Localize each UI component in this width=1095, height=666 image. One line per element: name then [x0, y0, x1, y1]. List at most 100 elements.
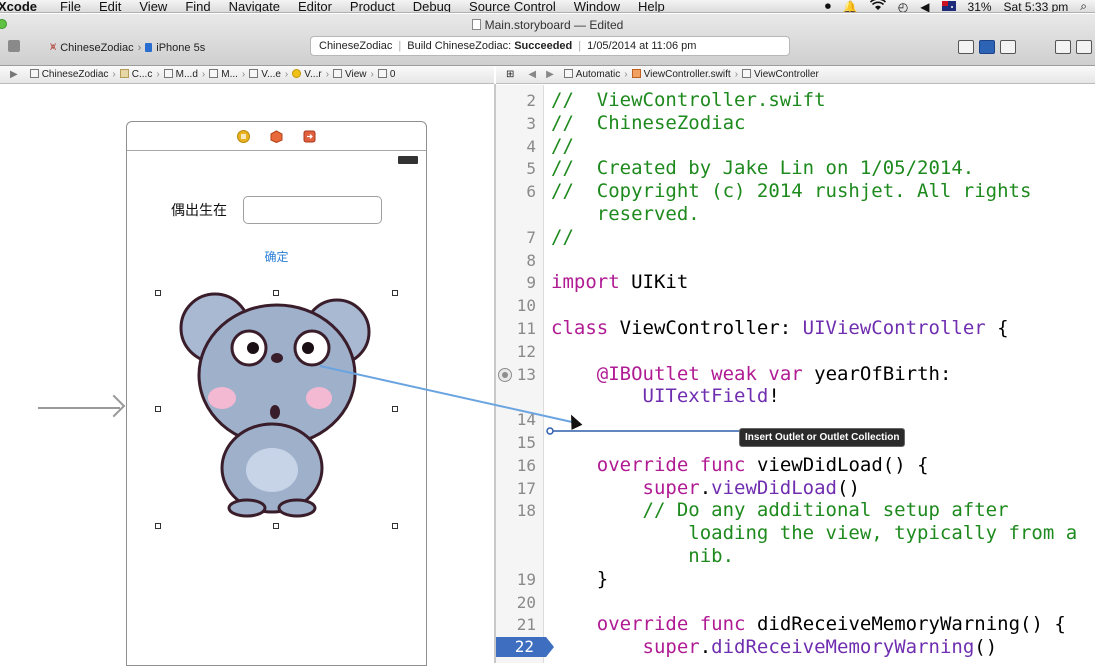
jump-item-storyboard[interactable]: M...d [163, 69, 198, 80]
first-responder-icon[interactable] [270, 129, 283, 143]
assistant-mode-icon [563, 69, 573, 78]
jump-item-object[interactable]: 0 [377, 69, 395, 80]
jump-item-scene[interactable]: V...e [249, 69, 281, 80]
activity-viewer: ChineseZodiac | Build ChineseZodiac: Suc… [310, 36, 790, 56]
nav-back-button[interactable]: ◀ [528, 69, 536, 80]
scene-dock [127, 122, 426, 151]
menu-debug[interactable]: Debug [404, 0, 460, 12]
year-of-birth-textfield[interactable] [243, 196, 382, 224]
jump-item-view[interactable]: View [333, 69, 367, 80]
code-token: loading the view, typically from a [551, 522, 1078, 545]
scene-icon [249, 69, 259, 78]
scheme-selector[interactable]: ⩙ ChineseZodiac › iPhone 5s [50, 41, 205, 54]
resize-handle[interactable] [392, 290, 398, 296]
code-line[interactable]: // ViewController.swift [551, 89, 826, 111]
code-line[interactable]: } [551, 568, 608, 590]
code-line[interactable]: class ViewController: UIViewController { [551, 317, 1009, 339]
outlet-connection-icon[interactable] [498, 367, 512, 382]
jump-item-controller[interactable]: V...r [292, 69, 322, 80]
birth-year-label[interactable]: 偶出生在 [171, 200, 227, 220]
confirm-button[interactable]: 确定 [127, 248, 426, 265]
code-line[interactable]: nib. [551, 545, 734, 567]
resize-handle[interactable] [392, 406, 398, 412]
standard-editor-button[interactable] [958, 40, 974, 54]
volume-icon[interactable]: ◀ [920, 0, 929, 12]
resize-handle[interactable] [392, 523, 398, 529]
code-line[interactable]: super.viewDidLoad() [551, 477, 860, 499]
assistant-editor-button[interactable] [979, 40, 995, 54]
code-line[interactable]: // Do any additional setup after [551, 499, 1009, 521]
chevron-right-icon: › [137, 41, 142, 54]
initial-scene-arrow[interactable] [38, 407, 120, 409]
view-controller-icon[interactable] [237, 129, 250, 143]
class-icon [742, 69, 752, 78]
code-line[interactable]: // [551, 226, 574, 248]
menu-help[interactable]: Help [629, 0, 674, 12]
exit-icon[interactable] [303, 130, 316, 143]
code-token: weak [711, 362, 757, 385]
line-number: 7 [526, 227, 536, 247]
storyboard-canvas[interactable]: 偶出生在 确定 [0, 85, 494, 666]
menu-find[interactable]: Find [176, 0, 219, 12]
assistant-code-editor[interactable]: 2 // ViewController.swift 3 // ChineseZodia… [496, 85, 1095, 663]
menu-product[interactable]: Product [341, 0, 404, 12]
code-line[interactable]: reserved. [551, 203, 700, 225]
code-line[interactable]: // Created by Jake Lin on 1/05/2014. [551, 157, 974, 179]
menu-window[interactable]: Window [565, 0, 629, 12]
resize-handle[interactable] [155, 406, 161, 412]
chevron-right-icon: › [284, 69, 289, 80]
code-line[interactable]: override func viewDidLoad() { [551, 454, 929, 476]
spotlight-icon[interactable]: ⌕ [1080, 0, 1087, 12]
flag-icon[interactable] [941, 0, 956, 12]
nav-back-icon[interactable]: ▶ [10, 69, 18, 80]
jump-item-storyboard-base[interactable]: M... [209, 69, 238, 80]
nav-forward-button[interactable]: ▶ [546, 69, 554, 80]
resize-handle[interactable] [155, 290, 161, 296]
mouse-image[interactable] [177, 290, 377, 520]
window-toolbar: Main.storyboard — Edited ⩙ ChineseZodiac… [0, 14, 1095, 66]
resize-handle[interactable] [273, 290, 279, 296]
line-number: 4 [526, 136, 536, 156]
code-line[interactable]: // ChineseZodiac [551, 112, 745, 134]
assistant-mode[interactable]: Automatic [563, 69, 620, 80]
code-line[interactable]: UITextField! [551, 385, 780, 407]
view-icon [333, 69, 343, 78]
code-line[interactable]: override func didReceiveMemoryWarning() … [551, 613, 1066, 635]
resize-handle[interactable] [155, 523, 161, 529]
assistant-symbol[interactable]: ViewController [742, 69, 819, 80]
menubar-clock[interactable]: Sat 5:33 pm [1004, 0, 1069, 12]
code-line[interactable]: import UIKit [551, 271, 688, 293]
code-line[interactable]: super.didReceiveMemoryWarning() [551, 636, 998, 658]
wifi-icon[interactable] [869, 0, 886, 12]
toggle-debug-area-button[interactable] [1076, 40, 1092, 54]
jump-item-folder[interactable]: C...c [119, 69, 152, 80]
resize-handle[interactable] [273, 523, 279, 529]
battery-percent[interactable]: 31% [968, 0, 992, 12]
version-editor-button[interactable] [1000, 40, 1016, 54]
time-machine-icon[interactable]: ◴ [898, 0, 908, 12]
stop-button[interactable] [8, 40, 20, 52]
code-token: yearOfBirth: [802, 362, 952, 385]
menu-file[interactable]: File [51, 0, 90, 12]
storyboard-jump-bar: ▶ ChineseZodiac › C...c › M...d › M... ›… [0, 66, 494, 84]
chevron-right-icon: › [241, 69, 246, 80]
code-line[interactable]: // Copyright (c) 2014 rushjet. All right… [551, 180, 1031, 202]
menu-editor[interactable]: Editor [289, 0, 341, 12]
code-line[interactable]: @IBOutlet weak var yearOfBirth: [551, 362, 952, 385]
related-items-icon[interactable]: ⊞ [506, 69, 514, 80]
assistant-file[interactable]: ViewController.swift [631, 69, 731, 80]
menu-source-control[interactable]: Source Control [460, 0, 565, 12]
toggle-navigator-button[interactable] [1055, 40, 1071, 54]
menu-navigate[interactable]: Navigate [220, 0, 289, 12]
notification-icon[interactable]: 🔔 [843, 0, 858, 12]
code-line[interactable]: // [551, 135, 574, 157]
menu-edit[interactable]: Edit [90, 0, 130, 12]
code-line[interactable]: loading the view, typically from a [551, 522, 1077, 544]
menu-app-name[interactable]: Xcode [0, 0, 51, 12]
screen-record-icon[interactable]: ⏺ [825, 0, 831, 12]
menu-view[interactable]: View [130, 0, 176, 12]
view-controller-scene[interactable]: 偶出生在 确定 [126, 121, 427, 666]
jump-item-project[interactable]: ChineseZodiac [29, 69, 108, 80]
